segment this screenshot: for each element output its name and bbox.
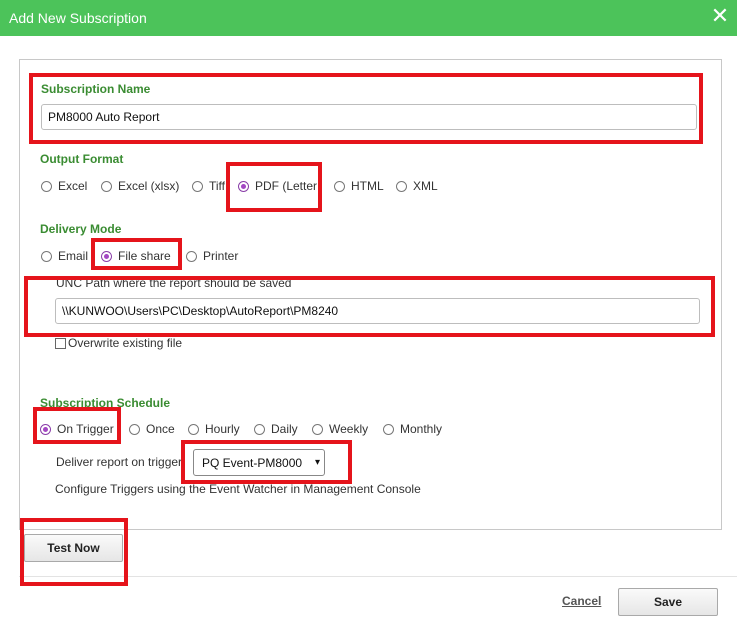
chevron-down-icon: ▾	[314, 457, 320, 468]
radio-weekly-label: Weekly	[329, 422, 369, 436]
radio-email[interactable]: Email	[41, 249, 88, 263]
radio-xml[interactable]: XML	[396, 179, 438, 193]
radio-html[interactable]: HTML	[334, 179, 384, 193]
radio-tiff-label: Tiff	[209, 179, 226, 193]
radio-file-share-indicator[interactable]	[101, 250, 112, 262]
radio-excel-xlsx-indicator[interactable]	[101, 180, 112, 192]
delivery-mode-label: Delivery Mode	[40, 222, 122, 236]
output-format-label: Output Format	[40, 152, 124, 166]
radio-once[interactable]: Once	[129, 422, 175, 436]
close-icon[interactable]: ✕	[707, 4, 733, 30]
test-now-button[interactable]: Test Now	[24, 534, 123, 562]
radio-excel-indicator[interactable]	[41, 180, 52, 192]
radio-on-trigger-label: On Trigger	[57, 422, 114, 436]
radio-excel-xlsx-label: Excel (xlsx)	[118, 179, 180, 193]
radio-weekly[interactable]: Weekly	[312, 422, 368, 436]
radio-daily[interactable]: Daily	[254, 422, 298, 436]
unc-path-label: UNC Path where the report should be save…	[56, 276, 292, 290]
cancel-link[interactable]: Cancel	[562, 594, 601, 608]
radio-hourly-indicator[interactable]	[188, 423, 199, 435]
radio-printer-indicator[interactable]	[186, 250, 197, 262]
radio-html-label: HTML	[351, 179, 384, 193]
radio-monthly-label: Monthly	[400, 422, 443, 436]
radio-hourly-label: Hourly	[205, 422, 240, 436]
radio-pdf-label: PDF (Letter	[255, 179, 318, 193]
radio-daily-indicator[interactable]	[254, 423, 265, 435]
radio-monthly[interactable]: Monthly	[383, 422, 442, 436]
overwrite-checkbox-box[interactable]	[55, 337, 66, 349]
subscription-name-input[interactable]	[41, 104, 697, 130]
radio-pdf[interactable]: PDF (Letter	[238, 179, 317, 193]
subscription-name-label: Subscription Name	[41, 82, 151, 96]
configure-triggers-help: Configure Triggers using the Event Watch…	[55, 482, 421, 496]
unc-path-input[interactable]	[55, 298, 700, 324]
radio-monthly-indicator[interactable]	[383, 423, 394, 435]
radio-on-trigger-indicator[interactable]	[40, 423, 51, 435]
trigger-select-value: PQ Event-PM8000	[202, 455, 303, 470]
trigger-select[interactable]: PQ Event-PM8000 ▾	[193, 449, 325, 476]
radio-tiff-indicator[interactable]	[192, 180, 203, 192]
radio-pdf-indicator[interactable]	[238, 180, 249, 192]
deliver-on-trigger-label: Deliver report on trigger	[56, 455, 183, 469]
radio-printer-label: Printer	[203, 249, 239, 263]
radio-once-label: Once	[146, 422, 175, 436]
save-button[interactable]: Save	[618, 588, 718, 616]
radio-tiff[interactable]: Tiff	[192, 179, 225, 193]
footer-divider	[19, 576, 737, 577]
radio-printer[interactable]: Printer	[186, 249, 238, 263]
radio-on-trigger[interactable]: On Trigger	[40, 422, 114, 436]
radio-xml-indicator[interactable]	[396, 180, 407, 192]
overwrite-existing-checkbox[interactable]: Overwrite existing file	[55, 336, 182, 350]
radio-hourly[interactable]: Hourly	[188, 422, 240, 436]
overwrite-existing-label: Overwrite existing file	[68, 336, 183, 350]
subscription-schedule-label: Subscription Schedule	[40, 396, 171, 410]
radio-email-indicator[interactable]	[41, 250, 52, 262]
radio-weekly-indicator[interactable]	[312, 423, 323, 435]
radio-daily-label: Daily	[271, 422, 298, 436]
radio-excel[interactable]: Excel	[41, 179, 87, 193]
dialog-title: Add New Subscription	[9, 10, 147, 26]
radio-file-share[interactable]: File share	[101, 249, 171, 263]
radio-xml-label: XML	[413, 179, 438, 193]
radio-html-indicator[interactable]	[334, 180, 345, 192]
radio-excel-label: Excel	[58, 179, 88, 193]
dialog-title-bar: Add New Subscription ✕	[0, 0, 737, 36]
radio-email-label: Email	[58, 249, 89, 263]
radio-file-share-label: File share	[118, 249, 171, 263]
radio-once-indicator[interactable]	[129, 423, 140, 435]
radio-excel-xlsx[interactable]: Excel (xlsx)	[101, 179, 179, 193]
